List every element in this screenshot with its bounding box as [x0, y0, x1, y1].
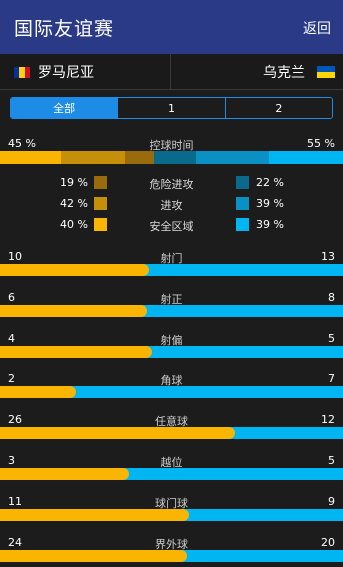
stat-away-value: 5	[328, 331, 335, 345]
stat-item: 2 角球 7	[0, 370, 343, 411]
stat-item: 26 任意球 12	[0, 411, 343, 452]
stat-bar	[0, 549, 343, 562]
stat-bar	[0, 304, 343, 317]
period-tabs: 全部 1 2	[10, 97, 333, 119]
possession-away-swatch	[236, 197, 249, 210]
page-title: 国际友谊赛	[14, 18, 115, 40]
possession-row-label: 进攻	[160, 199, 183, 212]
possession-row-label: 危险进攻	[149, 178, 194, 191]
tab-all[interactable]: 全部	[11, 98, 119, 118]
possession-away-value: 55 %	[307, 137, 335, 150]
possession-bar	[0, 151, 343, 164]
stat-bar	[0, 427, 343, 440]
possession-row-label: 安全区域	[149, 220, 194, 233]
stat-row: 24 界外球 20	[0, 535, 343, 551]
stat-row: 3 越位 5	[0, 453, 343, 469]
stat-bar-home-fill	[0, 386, 71, 399]
stat-away-value: 7	[328, 372, 335, 386]
possession-row: 42 % 进攻 39 %	[0, 194, 343, 215]
tab-second-half[interactable]: 2	[225, 98, 332, 118]
stat-bar-home-cap	[176, 508, 189, 521]
stat-bar	[0, 386, 343, 399]
stat-bar-home-cap	[135, 304, 147, 317]
romania-flag-icon	[14, 66, 30, 78]
stat-away-value: 20	[321, 535, 335, 549]
app-header: 国际友谊赛 返回	[0, 0, 343, 54]
stat-item: 6 射正 8	[0, 289, 343, 330]
stats-list: 10 射门 13 6 射正 8 4 射偏 5 2 角球 7 26 任意球 12 3 越位 5 11 球门球 9 24 界外球…	[0, 248, 343, 567]
stat-row: 4 射偏 5	[0, 331, 343, 347]
stat-bar-home-cap	[222, 427, 235, 440]
stat-bar-home-cap	[116, 467, 129, 480]
stat-bar	[0, 345, 343, 358]
back-button[interactable]: 返回	[303, 18, 331, 38]
stat-item: 24 界外球 20	[0, 534, 343, 567]
stat-row: 11 球门球 9	[0, 494, 343, 510]
stat-bar-home-cap	[175, 549, 188, 562]
stat-bar	[0, 467, 343, 480]
possession-home-segment	[0, 151, 62, 164]
stat-bar-home-fill	[0, 508, 183, 521]
possession-away-segment	[269, 151, 343, 164]
stat-bar-home-cap	[140, 345, 153, 358]
home-team-name: 罗马尼亚	[38, 65, 94, 81]
possession-away-segment	[154, 151, 196, 164]
stat-bar	[0, 508, 343, 521]
stat-item: 11 球门球 9	[0, 493, 343, 534]
possession-away-swatch	[236, 218, 249, 231]
stat-away-value: 13	[321, 250, 335, 263]
stat-item: 4 射偏 5	[0, 330, 343, 371]
home-team[interactable]: 罗马尼亚	[0, 54, 171, 90]
stat-bar-home-fill	[0, 264, 144, 276]
stat-away-value: 8	[328, 290, 335, 304]
stat-bar-home-cap	[64, 386, 77, 399]
possession-header: 45 % 控球时间 55 %	[0, 137, 343, 152]
stat-item: 10 射门 13	[0, 248, 343, 289]
stat-bar-home-fill	[0, 427, 229, 440]
stat-row: 2 角球 7	[0, 372, 343, 387]
possession-home-segment	[61, 151, 126, 164]
stat-bar-home-fill	[0, 345, 147, 358]
stat-bar-home-cap	[137, 264, 150, 276]
stat-away-value: 5	[328, 453, 335, 467]
possession-row: 40 % 安全区域 39 %	[0, 215, 343, 236]
stat-item: 3 越位 5	[0, 452, 343, 493]
stat-bar-home-fill	[0, 304, 141, 317]
stat-away-value: 9	[328, 494, 335, 508]
stat-row: 26 任意球 12	[0, 413, 343, 428]
ukraine-flag-icon	[317, 66, 335, 78]
stat-away-value: 12	[321, 413, 335, 427]
away-team-name: 乌克兰	[263, 65, 305, 81]
stat-bar-home-fill	[0, 467, 123, 480]
possession-breakdown: 19 % 危险进攻 22 % 42 % 进攻 39 % 40 % 安全区域 39 %	[0, 173, 343, 236]
away-team[interactable]: 乌克兰	[172, 54, 343, 90]
possession-row-away-value: 22 %	[256, 176, 284, 189]
tab-first-half[interactable]: 1	[118, 98, 226, 118]
possession-away-swatch	[236, 176, 249, 189]
possession-row-away-value: 39 %	[256, 218, 284, 231]
teams-bar: 罗马尼亚 乌克兰	[0, 54, 343, 90]
possession-row-away-value: 39 %	[256, 197, 284, 210]
possession-home-segment	[125, 151, 155, 164]
stat-row: 6 射正 8	[0, 290, 343, 306]
possession-away-segment	[195, 151, 270, 164]
stat-row: 10 射门 13	[0, 250, 343, 265]
possession-row: 19 % 危险进攻 22 %	[0, 173, 343, 194]
stat-bar-home-fill	[0, 549, 182, 562]
stat-bar	[0, 264, 343, 276]
